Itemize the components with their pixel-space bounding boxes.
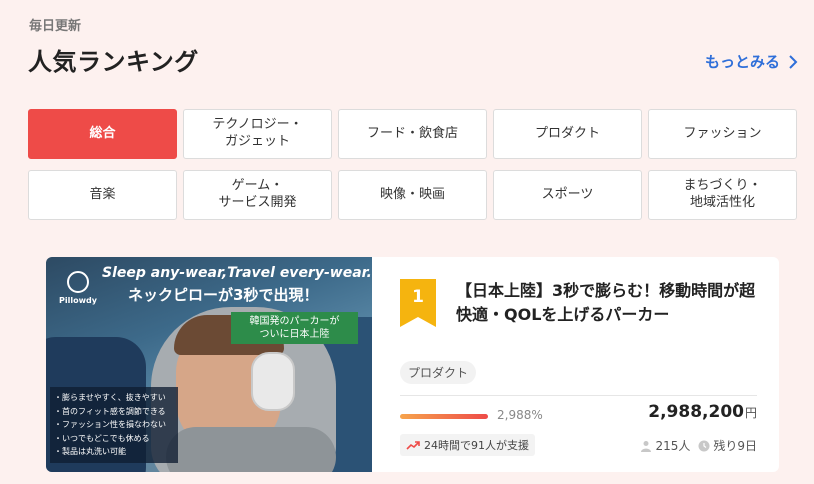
project-title[interactable]: 【日本上陸】3秒で膨らむ！移動時間が超快適・QOLを上げるパーカー: [456, 279, 756, 327]
feature-item: ・首のフィット感を調節できる: [54, 406, 166, 416]
category-tab-games[interactable]: ゲーム・ サービス開発: [183, 170, 332, 220]
thumbnail-tag: 韓国発のパーカーが ついに日本上陸: [231, 312, 358, 344]
see-more-link[interactable]: もっとみる: [705, 51, 798, 72]
category-tab-community[interactable]: まちづくり・ 地域活性化: [648, 170, 797, 220]
feature-item: ・製品は丸洗い可能: [54, 447, 126, 456]
category-tabs: 総合 テクノロジー・ ガジェット フード・飲食店 プロダクト ファッション 音楽…: [28, 109, 797, 220]
trending-up-icon: [406, 441, 420, 450]
amount-value: 2,988,200: [648, 402, 744, 422]
divider: [400, 395, 757, 396]
project-meta: 215人 残り9日: [640, 437, 757, 454]
funding-progress-bar: [400, 414, 488, 419]
trending-badge: 24時間で91人が支援: [400, 434, 535, 456]
remaining-days: 残り9日: [713, 439, 757, 453]
funding-percent: 2,988%: [497, 408, 543, 422]
supporter-count: 215人: [655, 439, 691, 453]
category-tab-overall[interactable]: 総合: [28, 109, 177, 159]
thumbnail-headline-jp: ネックピローが3秒で出現！: [128, 286, 319, 304]
clock-icon: [698, 440, 710, 451]
trending-label: 24時間で91人が支援: [424, 439, 529, 452]
chevron-right-icon: [789, 54, 798, 69]
category-tab-product[interactable]: プロダクト: [493, 109, 642, 159]
project-info: 1 【日本上陸】3秒で膨らむ！移動時間が超快適・QOLを上げるパーカー プロダク…: [372, 257, 779, 472]
see-more-label: もっとみる: [704, 53, 780, 71]
category-tab-music[interactable]: 音楽: [28, 170, 177, 220]
feature-item: ・いつでもどこでも休める: [54, 433, 150, 443]
category-tab-film[interactable]: 映像・映画: [338, 170, 487, 220]
project-thumbnail[interactable]: Pillowdy Sleep any-wear,Travel every-wea…: [46, 257, 372, 472]
funding-amount: 2,988,200円: [648, 402, 757, 422]
feature-item: ・膨らませやすく、抜きやすい: [54, 393, 166, 402]
thumbnail-headline-en: Sleep any-wear,Travel every-wear.: [102, 265, 372, 281]
brand-logo: Pillowdy: [58, 271, 98, 305]
person-icon: [641, 440, 652, 452]
category-tab-sports[interactable]: スポーツ: [493, 170, 642, 220]
category-tab-food[interactable]: フード・飲食店: [338, 109, 487, 159]
page-title: 人気ランキング: [28, 48, 199, 76]
project-category-badge[interactable]: プロダクト: [400, 361, 477, 384]
update-frequency-label: 毎日更新: [29, 19, 82, 34]
currency-label: 円: [744, 406, 757, 420]
category-tab-technology[interactable]: テクノロジー・ ガジェット: [183, 109, 332, 159]
rank-badge: 1: [400, 279, 436, 327]
headphone-illustration: [251, 352, 295, 411]
ranking-card[interactable]: Pillowdy Sleep any-wear,Travel every-wea…: [46, 257, 779, 472]
category-tab-fashion[interactable]: ファッション: [648, 109, 797, 159]
thumbnail-feature-list: ・膨らませやすく、抜きやすい ・首のフィット感を調節できる ・ファッション性を損…: [50, 387, 178, 463]
brand-name: Pillowdy: [59, 296, 97, 305]
feature-item: ・ファッション性を損なわない: [54, 420, 166, 429]
rank-number: 1: [412, 287, 424, 307]
